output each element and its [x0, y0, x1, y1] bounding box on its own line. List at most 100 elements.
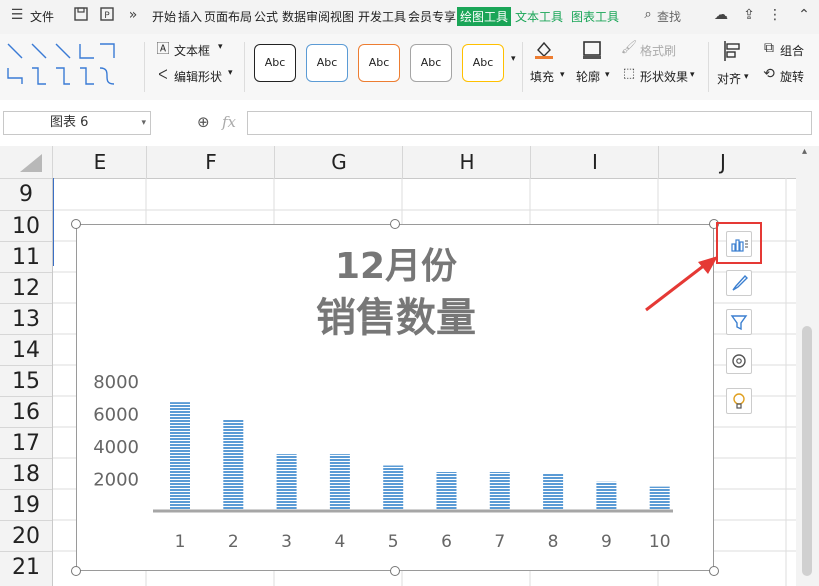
- row-header-20[interactable]: 20: [0, 520, 52, 553]
- tab-chart-tools[interactable]: 图表工具: [571, 8, 619, 25]
- more-options-icon[interactable]: ⋮: [766, 6, 784, 24]
- vertical-scrollbar[interactable]: ▴: [796, 146, 819, 586]
- row-header-17[interactable]: 17: [0, 427, 52, 460]
- tab-drawing-tools[interactable]: 绘图工具: [457, 7, 512, 26]
- zoom-icon[interactable]: ⊕: [197, 113, 210, 131]
- bar-7[interactable]: [489, 472, 510, 511]
- shape-effect-icon[interactable]: ⬚: [618, 64, 640, 84]
- shape-style-2[interactable]: Abc: [306, 44, 348, 82]
- search-icon[interactable]: ⌕: [639, 6, 657, 24]
- shape-effect-button[interactable]: 形状效果: [640, 68, 688, 85]
- menu-item[interactable]: 页面布局: [204, 8, 252, 25]
- menu-item[interactable]: 视图: [330, 8, 354, 25]
- rotate-icon[interactable]: ⟲: [758, 64, 780, 84]
- resize-handle-bottom-left[interactable]: [71, 566, 81, 576]
- align-button[interactable]: 对齐: [717, 70, 741, 87]
- bar-3[interactable]: [276, 454, 297, 511]
- shape-style-5[interactable]: Abc: [462, 44, 504, 82]
- chevron-down-icon[interactable]: ▾: [690, 70, 695, 80]
- more-chevron-icon[interactable]: »: [124, 6, 142, 24]
- row-header-10[interactable]: 10: [0, 210, 52, 243]
- row-header-19[interactable]: 19: [0, 489, 52, 522]
- file-menu[interactable]: 文件: [30, 8, 54, 25]
- row-header-16[interactable]: 16: [0, 396, 52, 429]
- bar-4[interactable]: [329, 454, 350, 511]
- format-brush-button[interactable]: 格式刷: [640, 42, 676, 59]
- align-icon[interactable]: [722, 40, 744, 61]
- chart-plot-area[interactable]: 2000 4000 6000 8000 1 2 3 4 5 6 7 8 9 10: [77, 225, 713, 570]
- menu-item[interactable]: 审阅: [306, 8, 330, 25]
- bar-1[interactable]: [170, 402, 190, 511]
- chevron-down-icon[interactable]: ▾: [141, 112, 146, 134]
- format-brush-icon[interactable]: 🖌: [618, 38, 640, 58]
- scroll-up-icon[interactable]: ▴: [802, 146, 807, 157]
- search-label[interactable]: 查找: [657, 8, 681, 25]
- bar-6[interactable]: [436, 472, 457, 511]
- column-header-h[interactable]: H: [402, 146, 531, 178]
- row-header-9[interactable]: 9: [0, 178, 52, 211]
- share-icon[interactable]: ⇪: [740, 6, 758, 24]
- resize-handle-top-left[interactable]: [71, 219, 81, 229]
- resize-handle-bottom-right[interactable]: [709, 566, 719, 576]
- cloud-icon[interactable]: ☁: [712, 6, 730, 24]
- bar-2[interactable]: [223, 420, 244, 511]
- style-gallery-more-icon[interactable]: ▾: [511, 54, 516, 64]
- menu-item[interactable]: 开始: [152, 8, 176, 25]
- column-header-g[interactable]: G: [274, 146, 403, 178]
- select-all-icon[interactable]: [18, 152, 44, 174]
- bar-9[interactable]: [596, 481, 617, 511]
- row-header-12[interactable]: 12: [0, 272, 52, 305]
- shape-style-4[interactable]: Abc: [410, 44, 452, 82]
- chevron-down-icon[interactable]: ▾: [228, 68, 233, 78]
- chevron-down-icon[interactable]: ▾: [605, 70, 610, 80]
- outline-button[interactable]: 轮廓: [576, 68, 600, 85]
- resize-handle-top[interactable]: [390, 219, 400, 229]
- save-icon[interactable]: [72, 6, 90, 24]
- chevron-down-icon[interactable]: ▾: [744, 72, 749, 82]
- fx-label[interactable]: fx: [222, 113, 236, 131]
- formula-input[interactable]: [247, 111, 812, 135]
- menu-item[interactable]: 会员专享: [408, 8, 456, 25]
- group-icon[interactable]: ⧉: [758, 38, 780, 58]
- hamburger-icon[interactable]: ☰: [8, 6, 26, 24]
- column-header-e[interactable]: E: [52, 146, 147, 178]
- tab-text-tools[interactable]: 文本工具: [515, 8, 563, 25]
- row-header-11[interactable]: 11: [0, 241, 52, 274]
- shape-style-1[interactable]: Abc: [254, 44, 296, 82]
- menu-item[interactable]: 公式: [254, 8, 278, 25]
- menu-item[interactable]: 开发工具: [358, 8, 406, 25]
- scrollbar-thumb[interactable]: [802, 326, 812, 576]
- export-icon[interactable]: P: [98, 6, 116, 24]
- column-header-f[interactable]: F: [146, 146, 275, 178]
- bar-8[interactable]: [543, 473, 564, 511]
- textbox-icon[interactable]: 🄰: [152, 40, 174, 60]
- bar-5[interactable]: [383, 465, 404, 512]
- group-button[interactable]: 组合: [780, 42, 804, 59]
- column-header-i[interactable]: I: [530, 146, 659, 178]
- rotate-button[interactable]: 旋转: [780, 68, 804, 85]
- textbox-button[interactable]: 文本框: [174, 42, 210, 59]
- collapse-ribbon-icon[interactable]: ⌃: [795, 6, 813, 24]
- resize-handle-bottom[interactable]: [390, 566, 400, 576]
- row-header-14[interactable]: 14: [0, 334, 52, 367]
- column-header-j[interactable]: J: [658, 146, 787, 178]
- name-box[interactable]: 图表 6 ▾: [3, 111, 151, 135]
- chart-object[interactable]: 12月份 销售数量 2000 4000 6000 8000 1 2 3 4 5 6 7 8 9 10: [76, 224, 714, 571]
- chart-tips-button[interactable]: [726, 388, 752, 414]
- outline-icon[interactable]: [581, 40, 603, 60]
- row-header-21[interactable]: 21: [0, 551, 52, 584]
- row-header-15[interactable]: 15: [0, 365, 52, 398]
- line-shapes-gallery[interactable]: [4, 40, 122, 88]
- edit-shape-button[interactable]: 编辑形状: [174, 68, 222, 85]
- row-header-18[interactable]: 18: [0, 458, 52, 491]
- shape-style-3[interactable]: Abc: [358, 44, 400, 82]
- menu-item[interactable]: 数据: [282, 8, 306, 25]
- bar-10[interactable]: [649, 486, 670, 511]
- chart-settings-button[interactable]: [726, 348, 752, 374]
- row-header-13[interactable]: 13: [0, 303, 52, 336]
- menu-item[interactable]: 插入: [178, 8, 202, 25]
- chevron-down-icon[interactable]: ▾: [218, 42, 223, 52]
- edit-shape-icon[interactable]: ᐸ: [152, 66, 174, 86]
- fill-button[interactable]: 填充: [530, 68, 554, 85]
- fill-bucket-icon[interactable]: [533, 40, 555, 60]
